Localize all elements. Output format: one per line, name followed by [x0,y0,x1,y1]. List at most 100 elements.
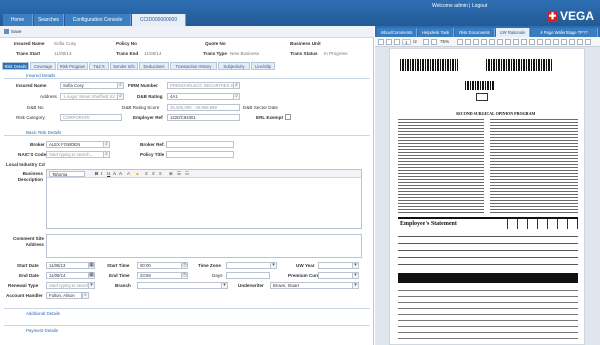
search-icon[interactable]: ⌕ [233,82,240,89]
sidebar-toggle-icon[interactable] [378,39,384,45]
stamp-icon[interactable] [505,39,511,45]
bullet-list-icon[interactable]: ☰ [177,171,181,177]
note-icon[interactable] [497,39,503,45]
nav-tab-configuration-console[interactable]: Configuration Console [65,14,131,26]
search-icon[interactable]: ⌕ [82,292,89,299]
search-icon[interactable]: ⌕ [103,141,110,148]
clock-icon[interactable]: ◷ [181,262,188,269]
zoom-out-icon[interactable] [423,39,429,45]
line-icon[interactable] [513,39,519,45]
tab-inbox-comments[interactable]: Inbox/Comments [377,28,417,37]
align-right-icon[interactable]: ≡ [159,171,162,176]
search-icon[interactable]: ⌕ [117,82,124,89]
zoom-in-icon[interactable] [431,39,437,45]
calendar-icon[interactable]: ▦ [88,272,95,279]
arrow-up-icon[interactable] [386,39,392,45]
link-icon[interactable]: ⊕ [169,171,173,177]
search-icon[interactable]: ⌕ [103,151,110,158]
print-icon[interactable] [569,39,575,45]
numbered-list-icon[interactable]: ☷ [185,171,189,177]
nav-tab-home[interactable]: Home [3,14,33,26]
risk-category-input[interactable]: CORPORATE [60,114,122,121]
dnb-rating-input[interactable]: 4A1 [167,93,235,100]
nav-tab-searches[interactable]: Searches [34,14,64,26]
end-time-input[interactable]: 23:59 [137,272,183,279]
chevron-down-icon[interactable]: ▾ [352,282,359,289]
underwriter-input[interactable]: Brown, Stuart [270,282,354,289]
arrow-down-icon[interactable] [394,39,400,45]
settings-icon[interactable] [585,39,591,45]
zoom-level[interactable]: 75% [440,39,449,44]
dnb-rating-score-input[interactable]: 25,000,000 - 49,999,999 [167,104,240,111]
tab-deductions[interactable]: Deductions [139,62,169,70]
tab-risk-documents[interactable]: Risk Documents [455,28,495,37]
tab-sender-info[interactable]: Sender Info [110,62,138,70]
highlight-tool-icon[interactable] [489,39,495,45]
employer-ref-input[interactable]: 1220/C94301 [167,114,240,121]
broker-input[interactable]: ALEX FOWDEN [46,141,106,148]
end-date-input[interactable]: 11/08/14 [46,272,90,279]
nav-tab-current-record[interactable]: CCID000000000 [132,14,186,26]
tab-line-slip[interactable]: Line/Slip [251,62,275,70]
save-icon[interactable] [561,39,567,45]
start-date-input[interactable]: 11/08/13 [46,262,90,269]
chevron-down-icon[interactable]: ▾ [352,262,359,269]
tab-uw-rationale[interactable]: UW Rationale [496,28,530,37]
save-button[interactable]: Save [11,29,21,34]
clock-icon[interactable]: ◷ [181,272,188,279]
font-size-down-icon[interactable]: A [119,171,122,176]
address-input[interactable]: 1 Augur Street Sheffield S2 1TF [60,93,122,100]
text-icon[interactable] [545,39,551,45]
rectangle-icon[interactable] [521,39,527,45]
renewal-type-input[interactable]: Start typing to search... [46,282,90,289]
page-number-input[interactable]: 1 [402,39,411,45]
time-zone-select[interactable] [226,262,272,269]
text-color-icon[interactable]: A [127,171,130,176]
rotate-icon[interactable] [465,39,471,45]
days-input[interactable] [226,272,270,279]
chevron-down-icon[interactable]: ▾ [88,282,95,289]
font-size-up-icon[interactable]: A [113,171,116,176]
tab-risk-program[interactable]: Risk Program [57,62,88,70]
highlight-icon[interactable]: ▲ [135,171,140,176]
additional-details-header[interactable]: Additional Details [26,311,60,316]
align-center-icon[interactable]: ≡ [152,171,155,176]
calendar-icon[interactable]: ▦ [88,262,95,269]
tab-tcs[interactable]: T&C's [89,62,109,70]
hand-tool-icon[interactable] [473,39,479,45]
comment-site-address-textarea[interactable] [46,234,362,258]
policy-title-input[interactable] [166,151,234,158]
naics-code-input[interactable]: Start typing to search... [46,151,106,158]
font-select[interactable]: Tahoma [49,171,85,177]
insured-name-input[interactable]: Sofia Cosy [60,82,122,89]
align-left-icon[interactable]: ≡ [145,171,148,176]
pen-icon[interactable] [537,39,543,45]
start-time-input[interactable]: 00:00 [137,262,183,269]
tab-transaction-history[interactable]: Transaction History [170,62,217,70]
account-handler-input[interactable]: Fulton, Alison [46,292,82,299]
broker-ref-input[interactable] [166,141,234,148]
premium-curr-select[interactable] [318,272,354,279]
payment-details-header[interactable]: Payment Details [26,328,58,333]
firm-number-input[interactable]: PRENOVELECC SECURITIES GROUP INC [167,82,235,89]
bold-icon[interactable]: B [95,171,98,176]
tab-helpdesk-task[interactable]: Helpdesk Task [418,28,454,37]
chevron-down-icon[interactable]: ▾ [270,262,277,269]
ellipse-icon[interactable] [529,39,535,45]
fit-page-icon[interactable] [457,39,463,45]
eraser-icon[interactable] [553,39,559,45]
erl-exempt-checkbox[interactable] [285,114,291,120]
chevron-down-icon[interactable]: ▾ [352,272,359,279]
uw-year-select[interactable] [318,262,354,269]
italic-icon[interactable]: I [101,171,102,176]
download-icon[interactable] [577,39,583,45]
welcome-logout[interactable]: Welcome admin | Logout [432,3,487,9]
tab-subjectivity[interactable]: Subjectivity [218,62,250,70]
chevron-down-icon[interactable]: ▾ [221,282,228,289]
search-icon[interactable]: ⌕ [233,93,240,100]
tab-risk-details[interactable]: Risk Details [2,62,29,70]
search-icon[interactable]: ⌕ [117,93,124,100]
tab-coverage[interactable]: Coverage [30,62,56,70]
tab-document-file[interactable]: 4 Page WaferStage TP?? [531,28,598,37]
select-tool-icon[interactable] [481,39,487,45]
